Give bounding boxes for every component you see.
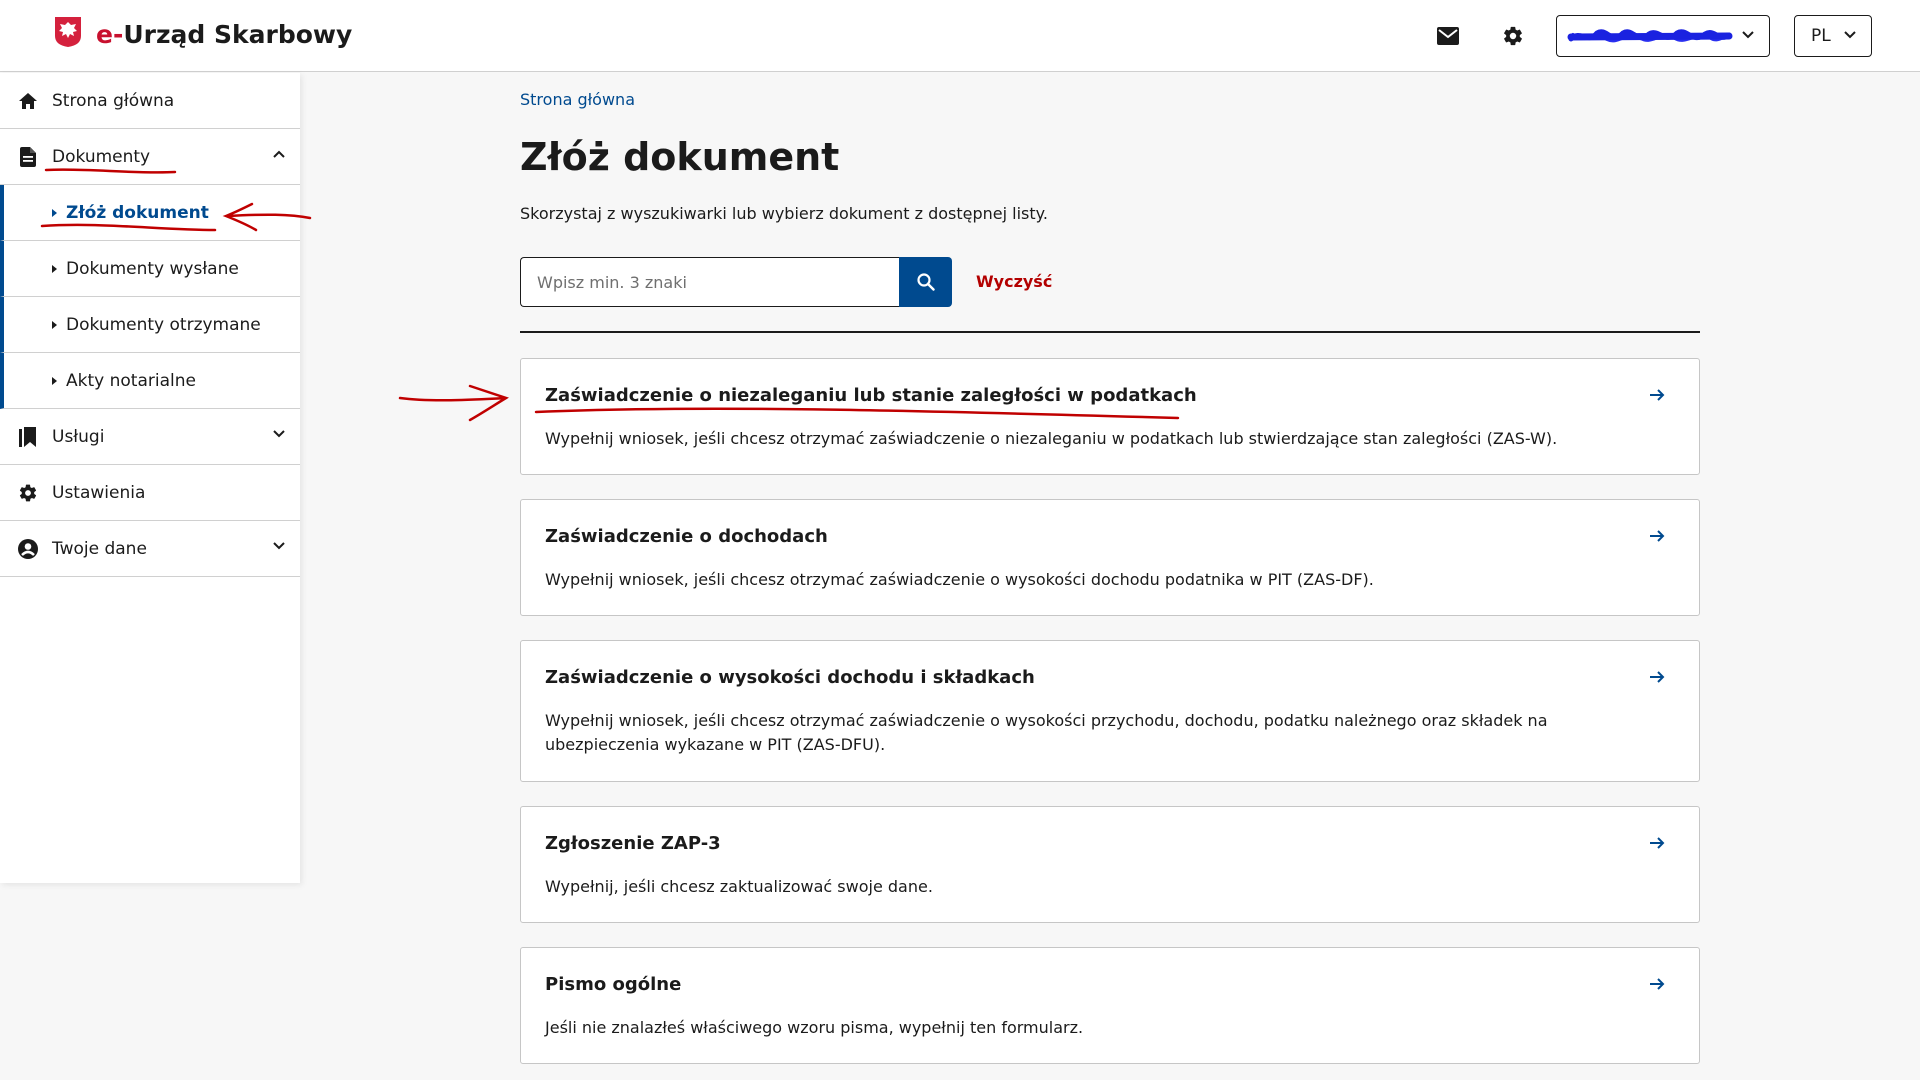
- chevron-up-icon[interactable]: [272, 147, 286, 161]
- arrow-right-annotation: [398, 384, 509, 422]
- sidebar-item-dokumenty[interactable]: Dokumenty: [0, 129, 300, 185]
- sidebar-item-label: Twoje dane: [52, 538, 147, 559]
- settings-gear-icon[interactable]: [1499, 22, 1527, 50]
- card-description: Jeśli nie znalazłeś właściwego wzoru pis…: [545, 1018, 1084, 1037]
- search-icon: [916, 273, 935, 291]
- sidebar-item-label: Ustawienia: [52, 482, 146, 503]
- page-lead-text: Skorzystaj z wyszukiwarki lub wybierz do…: [520, 204, 1048, 223]
- breadcrumb-strona-glowna[interactable]: Strona główna: [520, 90, 635, 109]
- sidebar-item-label: Usługi: [52, 426, 105, 447]
- card-title: Zgłoszenie ZAP-3: [545, 833, 721, 854]
- arrow-right-icon: [1650, 837, 1665, 849]
- card-description: Wypełnij wniosek, jeśli chcesz otrzymać …: [545, 429, 1558, 448]
- document-card-zas-dfu[interactable]: Zaświadczenie o wysokości dochodu i skła…: [520, 640, 1700, 782]
- triangle-bullet-icon: [52, 209, 57, 217]
- document-card-zas-w[interactable]: Zaświadczenie o niezaleganiu lub stanie …: [520, 358, 1700, 475]
- brand-prefix: e-: [96, 20, 124, 49]
- page-title: Złóż dokument: [520, 135, 840, 179]
- card-description: Wypełnij wniosek, jeśli chcesz otrzymać …: [545, 570, 1374, 589]
- chevron-down-icon[interactable]: [272, 539, 286, 553]
- triangle-bullet-icon: [52, 377, 57, 385]
- bookmark-icon: [18, 426, 38, 447]
- sidebar-subitem-label: Dokumenty otrzymane: [66, 314, 261, 335]
- arrow-right-icon: [1650, 671, 1665, 683]
- sidebar-subitem-label: Akty notarialne: [66, 370, 196, 391]
- brand-name: Urząd Skarbowy: [123, 20, 353, 49]
- chevron-down-icon: [1742, 31, 1754, 39]
- app-title[interactable]: e-Urząd Skarbowy: [96, 20, 352, 49]
- card-description: Wypełnij, jeśli chcesz zaktualizować swo…: [545, 877, 933, 896]
- redacted-username-scribble: [1567, 29, 1733, 43]
- arrow-right-icon: [1650, 389, 1665, 401]
- user-circle-icon: [18, 538, 38, 559]
- clear-search-button[interactable]: Wyczyść: [976, 272, 1052, 291]
- sidebar-subitem-zloz-dokument[interactable]: Złóż dokument: [0, 185, 300, 241]
- sidebar-subitem-label: Złóż dokument: [66, 202, 209, 223]
- card-description: Wypełnij wniosek, jeśli chcesz otrzymać …: [545, 711, 1548, 754]
- sidebar-navigation: Strona główna Dokumenty Złóż dokument Do…: [0, 73, 300, 883]
- arrow-right-icon: [1650, 978, 1665, 990]
- sidebar-subitem-akty-notarialne[interactable]: Akty notarialne: [0, 353, 300, 409]
- search-button[interactable]: [899, 257, 952, 307]
- card-title: Zaświadczenie o wysokości dochodu i skła…: [545, 667, 1035, 688]
- divider: [520, 331, 1700, 333]
- polish-eagle-logo-icon: [55, 17, 81, 47]
- chevron-down-icon[interactable]: [272, 427, 286, 441]
- sidebar-item-ustawienia[interactable]: Ustawienia: [0, 465, 300, 521]
- sidebar-subitem-dokumenty-wyslane[interactable]: Dokumenty wysłane: [0, 241, 300, 297]
- triangle-bullet-icon: [52, 321, 57, 329]
- language-select-button[interactable]: PL: [1794, 15, 1872, 57]
- sidebar-item-strona-glowna[interactable]: Strona główna: [0, 73, 300, 129]
- document-card-zas-df[interactable]: Zaświadczenie o dochodach Wypełnij wnios…: [520, 499, 1700, 616]
- home-icon: [18, 91, 38, 111]
- document-search-input[interactable]: [520, 257, 900, 307]
- sidebar-subitem-label: Dokumenty wysłane: [66, 258, 239, 279]
- card-title: Pismo ogólne: [545, 974, 682, 995]
- sidebar-item-uslugi[interactable]: Usługi: [0, 409, 300, 465]
- card-title: Zaświadczenie o dochodach: [545, 526, 828, 547]
- document-icon: [18, 146, 38, 167]
- sidebar-subitem-dokumenty-otrzymane[interactable]: Dokumenty otrzymane: [0, 297, 300, 353]
- user-account-menu-button[interactable]: [1556, 15, 1770, 57]
- card-title: Zaświadczenie o niezaleganiu lub stanie …: [545, 385, 1197, 406]
- sidebar-item-twoje-dane[interactable]: Twoje dane: [0, 521, 300, 577]
- arrow-right-icon: [1650, 530, 1665, 542]
- gear-icon: [18, 483, 38, 503]
- sidebar-item-label: Dokumenty: [52, 146, 151, 167]
- language-label: PL: [1811, 26, 1831, 46]
- sidebar-item-label: Strona główna: [52, 90, 175, 111]
- document-card-zap-3[interactable]: Zgłoszenie ZAP-3 Wypełnij, jeśli chcesz …: [520, 806, 1700, 923]
- triangle-bullet-icon: [52, 265, 57, 273]
- mail-icon[interactable]: [1434, 22, 1462, 50]
- chevron-down-icon: [1844, 31, 1856, 39]
- document-card-pismo-ogolne[interactable]: Pismo ogólne Jeśli nie znalazłeś właściw…: [520, 947, 1700, 1064]
- top-header: e-Urząd Skarbowy PL: [0, 0, 1920, 72]
